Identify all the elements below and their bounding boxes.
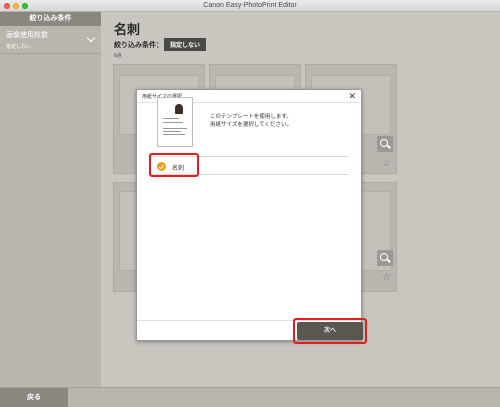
search-icon[interactable]	[377, 136, 393, 152]
star-icon[interactable]: ☆	[382, 273, 391, 283]
preview-line	[163, 128, 187, 129]
sidebar-header: 絞り込み条件	[0, 12, 101, 26]
search-icon[interactable]	[377, 250, 393, 266]
filter-image-count[interactable]: 画像使用枚数 指定しない	[0, 26, 101, 54]
criteria-badge: 指定しない	[164, 38, 207, 51]
highlight-frame	[149, 153, 199, 177]
filter-title: 画像使用枚数	[6, 32, 48, 39]
filter-value: 指定しない	[6, 44, 32, 50]
bottom-bar: 戻る	[0, 387, 500, 407]
close-icon[interactable]: ✕	[348, 91, 356, 101]
dialog-message-line: このテンプレートを使用します。	[210, 114, 292, 120]
preview-line	[163, 122, 183, 123]
dialog-message: このテンプレートを使用します。 用紙サイズを選択してください。	[210, 113, 292, 129]
highlight-frame	[293, 318, 367, 344]
sidebar: 絞り込み条件 画像使用枚数 指定しない	[0, 12, 101, 387]
preview-line	[163, 118, 179, 119]
title-bar: Canon Easy-PhotoPrint Editor	[0, 0, 500, 12]
criteria-label: 絞り込み条件：	[114, 42, 163, 49]
paper-size-dialog: 用紙サイズの選択 ✕ このテンプレートを使用します。 用紙サイズを選択してくださ…	[136, 89, 367, 344]
portrait-photo	[175, 104, 183, 114]
preview-line	[163, 134, 185, 135]
star-icon[interactable]: ☆	[382, 159, 391, 169]
dialog-message-line: 用紙サイズを選択してください。	[210, 122, 293, 128]
page-title: 名刺	[114, 22, 141, 37]
window-title: Canon Easy-PhotoPrint Editor	[203, 2, 297, 9]
preview-line	[163, 131, 181, 132]
result-count: 6点	[114, 53, 122, 59]
template-preview	[157, 97, 193, 147]
back-button[interactable]: 戻る	[0, 388, 68, 407]
